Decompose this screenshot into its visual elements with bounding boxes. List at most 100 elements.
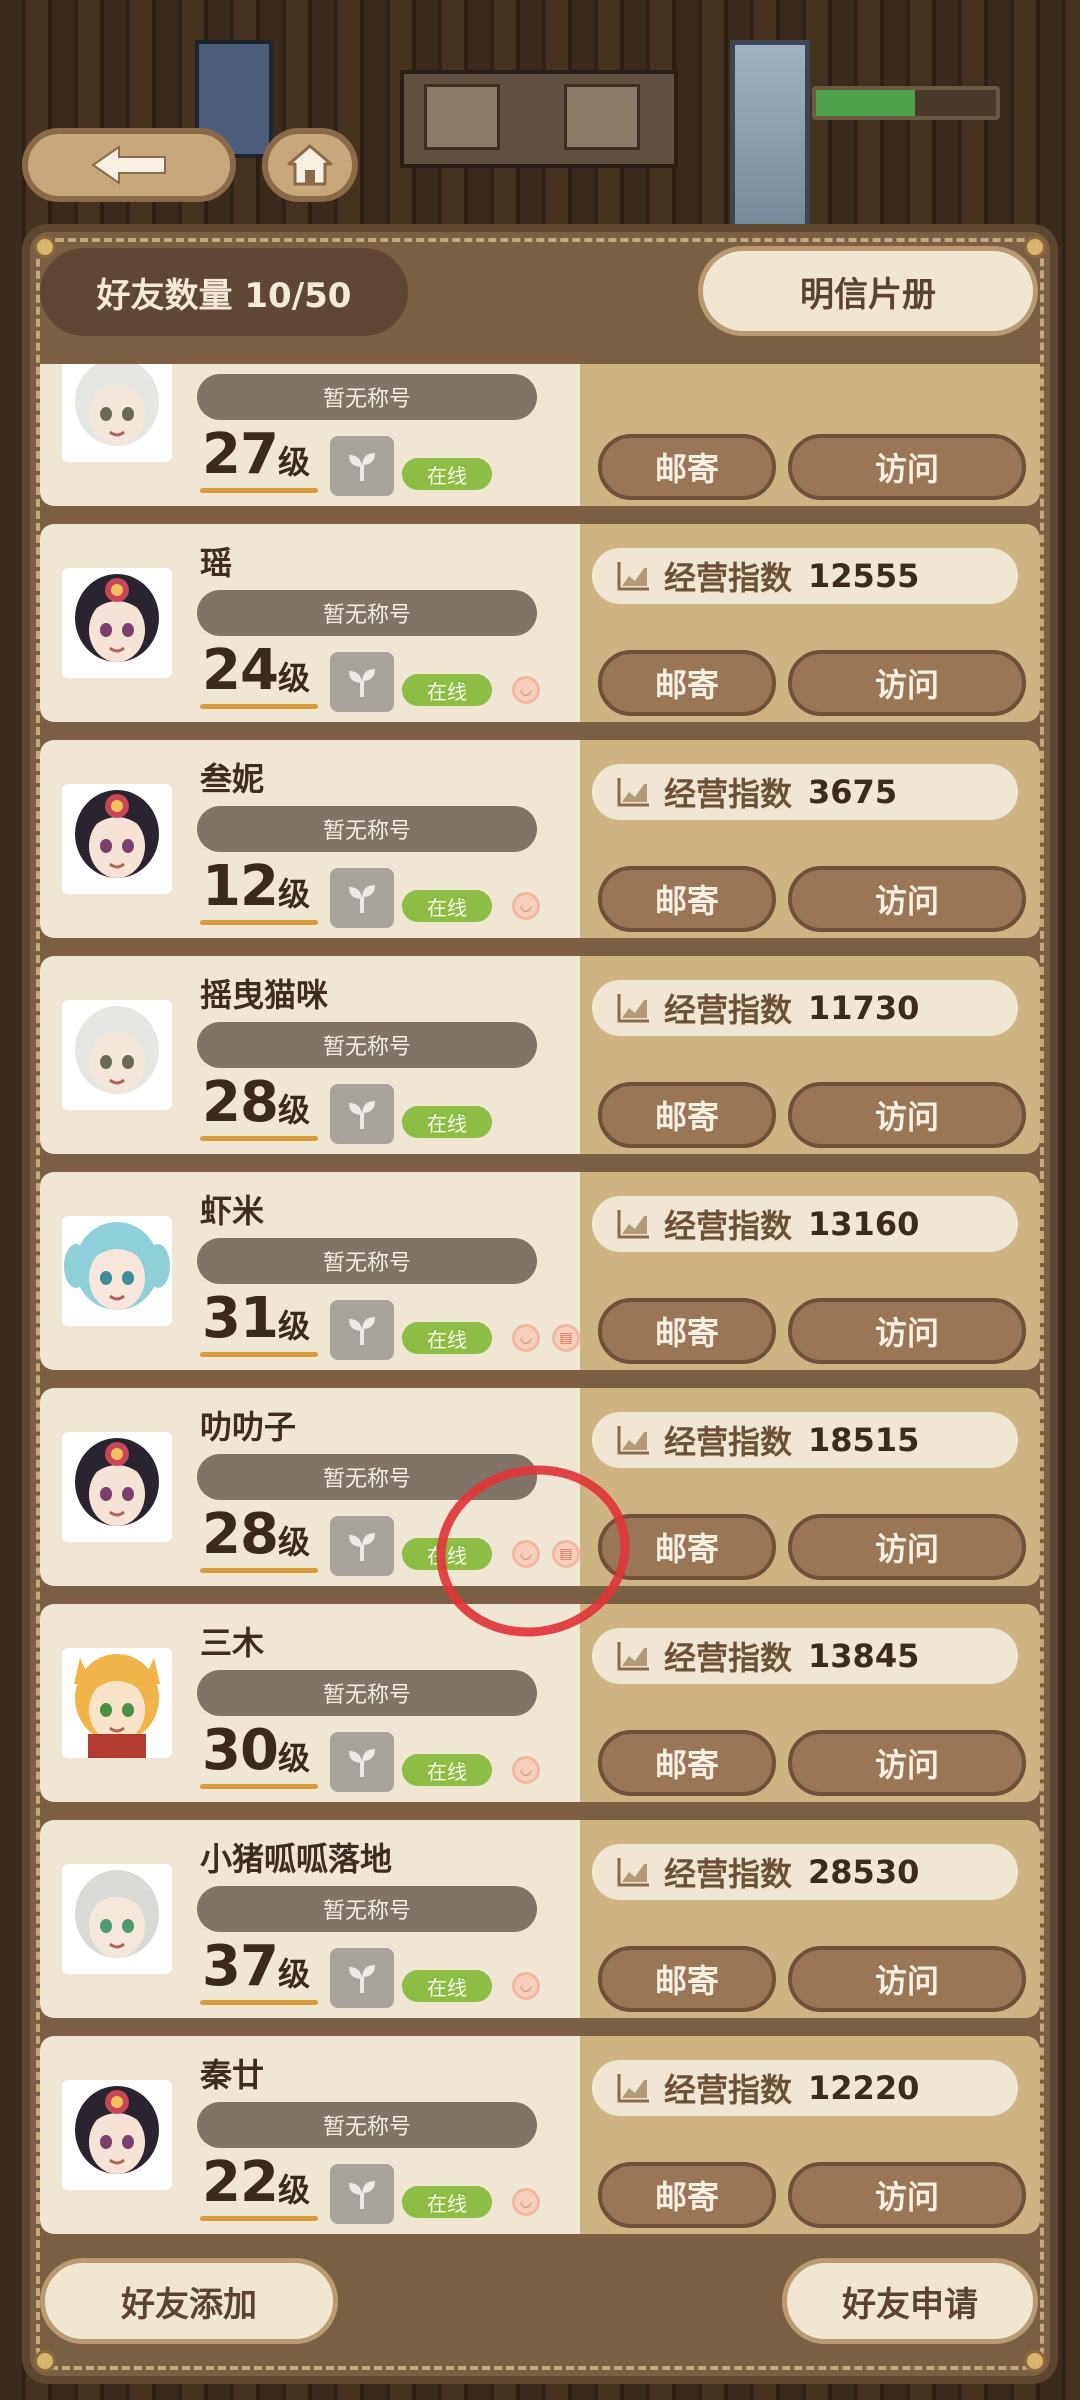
online-status: 在线 — [402, 2186, 492, 2218]
sprout-icon — [330, 436, 394, 496]
business-index: 经营指数 28530 — [592, 1844, 1018, 1900]
avatar[interactable] — [62, 2080, 172, 2190]
pet-face-icon: ◡ — [512, 1756, 540, 1784]
mail-button[interactable]: 邮寄 — [598, 1514, 776, 1580]
level-underline — [200, 1568, 318, 1573]
friend-actions: 经营指数 28530 邮寄 访问 — [580, 1820, 1040, 2018]
avatar[interactable] — [62, 784, 172, 894]
mail-button[interactable]: 邮寄 — [598, 1298, 776, 1364]
friend-card: 叁妮 暂无称号 12级 在线 ◡ 经营指数 3675 邮寄 访问 — [40, 740, 1040, 938]
title-badge: 暂无称号 — [197, 1238, 537, 1284]
mail-button[interactable]: 邮寄 — [598, 2162, 776, 2228]
avatar[interactable] — [62, 1648, 172, 1758]
friend-card: 瑶暂无称号 24级 在线 ◡ 经营指数 12555 邮寄 访问 — [40, 524, 1040, 722]
visit-button[interactable]: 访问 — [788, 1298, 1026, 1364]
friend-name: 小猪呱呱落地 — [200, 1840, 393, 1878]
friend-requests-button[interactable]: 好友申请 — [782, 2258, 1038, 2344]
home-button[interactable] — [262, 128, 358, 202]
mail-button[interactable]: 邮寄 — [598, 434, 776, 500]
friend-name: 虾米 — [200, 1192, 265, 1230]
sprout-icon — [330, 1084, 394, 1144]
visit-button[interactable]: 访问 — [788, 1946, 1026, 2012]
visit-button[interactable]: 访问 — [788, 1082, 1026, 1148]
visit-button[interactable]: 访问 — [788, 866, 1026, 932]
friend-level: 28级 — [202, 1502, 310, 1567]
friend-actions: 经营指数 11730 邮寄 访问 — [580, 956, 1040, 1154]
avatar[interactable] — [62, 364, 172, 462]
panel-stud — [1024, 2350, 1046, 2372]
business-index: 经营指数 13845 — [592, 1628, 1018, 1684]
level-number: 27 — [202, 422, 279, 487]
friend-name: 三木 — [200, 1624, 265, 1662]
title-badge: 暂无称号 — [197, 1670, 537, 1716]
online-status: 在线 — [402, 1538, 492, 1570]
level-unit: 级 — [277, 2171, 310, 2209]
chest-icon: ▤ — [552, 1540, 580, 1568]
title-badge: 暂无称号 — [197, 1886, 537, 1932]
friend-name: 瑶 — [200, 544, 233, 582]
title-badge: 暂无称号 — [197, 806, 537, 852]
business-index: 经营指数 12555 — [592, 548, 1018, 604]
level-unit: 级 — [277, 1739, 310, 1777]
level-number: 37 — [202, 1934, 279, 1999]
friend-count: 好友数量 10/50 — [40, 248, 408, 336]
online-status: 在线 — [402, 1322, 492, 1354]
sprout-icon — [330, 1516, 394, 1576]
mail-button[interactable]: 邮寄 — [598, 1082, 776, 1148]
friend-level: 28级 — [202, 1070, 310, 1135]
online-status: 在线 — [402, 1970, 492, 2002]
mail-button[interactable]: 邮寄 — [598, 1730, 776, 1796]
friend-level: 30级 — [202, 1718, 310, 1783]
friend-name: 摇曳猫咪 — [200, 976, 329, 1014]
friend-name: 叁妮 — [200, 760, 265, 798]
level-number: 30 — [202, 1718, 279, 1783]
sprout-icon — [330, 1948, 394, 2008]
level-number: 28 — [202, 1070, 279, 1135]
avatar[interactable] — [62, 1432, 172, 1542]
back-button[interactable] — [22, 128, 236, 202]
friend-actions: 经营指数 13845 邮寄 访问 — [580, 1604, 1040, 1802]
energy-bar — [812, 86, 1000, 120]
title-badge: 暂无称号 — [197, 1022, 537, 1068]
pet-face-icon: ◡ — [512, 1540, 540, 1568]
visit-button[interactable]: 访问 — [788, 1730, 1026, 1796]
business-index-value: 18515 — [808, 1421, 920, 1459]
avatar[interactable] — [62, 1216, 172, 1326]
friend-list[interactable]: 暂无称号 27级 在线 邮寄 访问瑶暂无称号 24级 在线 ◡ 经营指数 12555 邮寄 访问 叁妮暂… — [40, 364, 1040, 2236]
business-index-label: 经营指数 — [664, 775, 793, 813]
avatar[interactable] — [62, 568, 172, 678]
level-underline — [200, 2216, 318, 2221]
pet-face-icon: ◡ — [512, 1972, 540, 2000]
visit-button[interactable]: 访问 — [788, 434, 1026, 500]
chart-icon — [617, 1210, 649, 1239]
friend-info: 摇曳猫咪 暂无称号 28级 在线 — [40, 956, 580, 1154]
sprout-icon — [330, 1300, 394, 1360]
friend-info: 秦廿 暂无称号 22级 在线 ◡ — [40, 2036, 580, 2234]
business-index-label: 经营指数 — [664, 1639, 793, 1677]
friend-info: 三木 暂无称号 30级 在线 ◡ — [40, 1604, 580, 1802]
level-unit: 级 — [277, 659, 310, 697]
friend-card: 虾米 暂无称号 31级 在线 ◡ ▤ 经营指数 13160 邮寄 访问 — [40, 1172, 1040, 1370]
online-status: 在线 — [402, 1754, 492, 1786]
mail-button[interactable]: 邮寄 — [598, 866, 776, 932]
visit-button[interactable]: 访问 — [788, 1514, 1026, 1580]
avatar[interactable] — [62, 1864, 172, 1974]
online-status: 在线 — [402, 890, 492, 922]
friend-info: 小猪呱呱落地暂无称号 37级 在线 ◡ — [40, 1820, 580, 2018]
level-unit: 级 — [277, 1955, 310, 1993]
visit-button[interactable]: 访问 — [788, 650, 1026, 716]
add-friend-button[interactable]: 好友添加 — [40, 2258, 338, 2344]
mail-button[interactable]: 邮寄 — [598, 1946, 776, 2012]
friend-info: 叻叻子 暂无称号 28级 在线 ◡ ▤ — [40, 1388, 580, 1586]
postcard-album-button[interactable]: 明信片册 — [698, 246, 1038, 336]
avatar[interactable] — [62, 1000, 172, 1110]
mail-button[interactable]: 邮寄 — [598, 650, 776, 716]
level-unit: 级 — [277, 875, 310, 913]
friend-card: 叻叻子 暂无称号 28级 在线 ◡ ▤ 经营指数 18515 邮寄 访问 — [40, 1388, 1040, 1586]
friend-info: 叁妮 暂无称号 12级 在线 ◡ — [40, 740, 580, 938]
level-number: 22 — [202, 2150, 279, 2215]
visit-button[interactable]: 访问 — [788, 2162, 1026, 2228]
friend-info: 虾米 暂无称号 31级 在线 ◡ ▤ — [40, 1172, 580, 1370]
glass-door — [730, 40, 810, 250]
business-index: 经营指数 11730 — [592, 980, 1018, 1036]
